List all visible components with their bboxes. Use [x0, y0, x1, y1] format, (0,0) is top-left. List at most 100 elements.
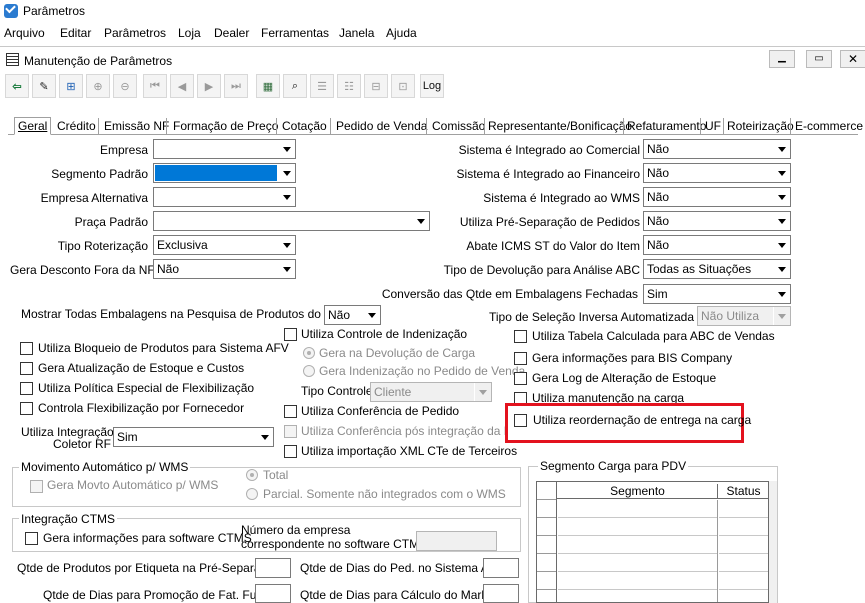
- num-empresa-input[interactable]: [416, 531, 497, 551]
- checkbox-atualizacao-estoque[interactable]: [20, 362, 33, 375]
- tab-representante[interactable]: Representante/Bonificação: [485, 117, 636, 135]
- remove-icon[interactable]: ⊖: [113, 74, 137, 98]
- chevron-down-icon[interactable]: [773, 140, 790, 158]
- empresa-select[interactable]: [153, 139, 296, 159]
- tab-credito[interactable]: Crédito: [54, 117, 99, 135]
- grid-icon[interactable]: ▦: [256, 74, 280, 98]
- chevron-down-icon[interactable]: [773, 285, 790, 303]
- chevron-down-icon[interactable]: [256, 428, 273, 446]
- checkbox-politica-flex[interactable]: [20, 382, 33, 395]
- last-record-icon[interactable]: ⏭: [224, 74, 248, 98]
- checkbox-flex-fornecedor[interactable]: [20, 402, 33, 415]
- tree-icon[interactable]: ⊟: [364, 74, 388, 98]
- tab-uf[interactable]: UF: [702, 117, 724, 135]
- radio-devolucao-carga[interactable]: [303, 347, 315, 359]
- add-icon[interactable]: ⊕: [86, 74, 110, 98]
- chevron-down-icon[interactable]: [773, 212, 790, 230]
- prev-record-icon[interactable]: ◀: [170, 74, 194, 98]
- tree-expand-icon[interactable]: ⊡: [391, 74, 415, 98]
- chevron-down-icon[interactable]: [278, 260, 295, 278]
- conversao-select[interactable]: Sim: [643, 284, 791, 304]
- next-record-icon[interactable]: ▶: [197, 74, 221, 98]
- chevron-down-icon[interactable]: [278, 140, 295, 158]
- chevron-down-icon[interactable]: [773, 260, 790, 278]
- integracao-coletor-select[interactable]: Sim: [113, 427, 274, 447]
- tab-geral[interactable]: Geral: [14, 117, 52, 135]
- praca-select[interactable]: [153, 211, 430, 231]
- tab-comissao[interactable]: Comissão: [429, 117, 489, 135]
- gera-desc-select[interactable]: Não: [153, 259, 296, 279]
- pre-sep-select[interactable]: Não: [643, 211, 791, 231]
- radio-indenizacao-pedido[interactable]: [303, 365, 315, 377]
- tab-cotacao[interactable]: Cotação: [279, 117, 330, 135]
- dias-markup-input[interactable]: [483, 584, 519, 603]
- tab-emissao-nf[interactable]: Emissão NF: [101, 117, 173, 135]
- grid-col-status[interactable]: Status: [719, 484, 768, 498]
- chevron-down-icon[interactable]: [278, 164, 295, 182]
- tipo-rot-select[interactable]: Exclusiva: [153, 235, 296, 255]
- chevron-down-icon[interactable]: [773, 164, 790, 182]
- dias-afv-input[interactable]: [483, 558, 519, 578]
- chevron-down-icon[interactable]: [474, 383, 491, 401]
- new-record-icon[interactable]: ⊞: [59, 74, 83, 98]
- dias-promo-input[interactable]: [255, 584, 291, 603]
- checkbox-bloqueio-afv[interactable]: [20, 342, 33, 355]
- minimize-button[interactable]: ▁: [769, 50, 795, 68]
- radio-parcial[interactable]: [246, 488, 258, 500]
- close-button[interactable]: ✕: [840, 50, 865, 68]
- grid-scrollbar[interactable]: [769, 481, 777, 603]
- exit-icon[interactable]: ⇦: [5, 74, 29, 98]
- segmento-select[interactable]: [153, 163, 296, 183]
- etiqueta-input[interactable]: [255, 558, 291, 578]
- empresa-alt-select[interactable]: [153, 187, 296, 207]
- checkbox-log-estoque[interactable]: [514, 372, 527, 385]
- checkbox-movto-wms[interactable]: [30, 480, 43, 493]
- chevron-down-icon[interactable]: [773, 188, 790, 206]
- devolucao-select[interactable]: Todas as Situações: [643, 259, 791, 279]
- tab-refaturamento[interactable]: Refaturamento: [624, 117, 710, 135]
- chevron-down-icon[interactable]: [278, 236, 295, 254]
- checkbox-reordenacao-entrega[interactable]: [514, 414, 527, 427]
- chevron-down-icon[interactable]: [363, 306, 380, 324]
- restore-button[interactable]: ▭: [806, 50, 832, 68]
- chevron-down-icon[interactable]: [773, 307, 790, 325]
- menu-loja[interactable]: Loja: [178, 26, 201, 40]
- wms-group-title: Movimento Automático p/ WMS: [19, 460, 191, 474]
- tab-roteirizacao[interactable]: Roteirização: [724, 117, 797, 135]
- tab-pedido-venda[interactable]: Pedido de Venda: [333, 117, 431, 135]
- menu-parametros[interactable]: Parâmetros: [104, 26, 166, 40]
- comercial-select[interactable]: Não: [643, 139, 791, 159]
- filter-clear-icon[interactable]: ☷: [337, 74, 361, 98]
- tab-formacao-preco[interactable]: Formação de Preço: [170, 117, 282, 135]
- tipo-controle-select[interactable]: Cliente: [370, 382, 492, 402]
- checkbox-xml-cte[interactable]: [284, 445, 297, 458]
- first-record-icon[interactable]: ⏮: [143, 74, 167, 98]
- menu-ajuda[interactable]: Ajuda: [386, 26, 417, 40]
- checkbox-conferencia-pedido[interactable]: [284, 405, 297, 418]
- checkbox-bis-company[interactable]: [514, 352, 527, 365]
- grid-col-segmento[interactable]: Segmento: [558, 484, 718, 498]
- selecao-inv-select[interactable]: Não Utiliza: [697, 306, 791, 326]
- chevron-down-icon[interactable]: [278, 188, 295, 206]
- financeiro-select[interactable]: Não: [643, 163, 791, 183]
- menu-janela[interactable]: Janela: [339, 26, 374, 40]
- mostrar-emb-select[interactable]: Não: [324, 305, 381, 325]
- checkbox-conferencia-nf[interactable]: [284, 425, 297, 438]
- menu-ferramentas[interactable]: Ferramentas: [261, 26, 329, 40]
- checkbox-tabela-abc[interactable]: [514, 330, 527, 343]
- checkbox-indenizacao[interactable]: [284, 328, 297, 341]
- radio-total[interactable]: [246, 469, 258, 481]
- chevron-down-icon[interactable]: [773, 236, 790, 254]
- menu-editar[interactable]: Editar: [60, 26, 91, 40]
- filter-icon[interactable]: ☰: [310, 74, 334, 98]
- pdv-grid[interactable]: Segmento Status: [536, 481, 769, 603]
- menu-dealer[interactable]: Dealer: [214, 26, 249, 40]
- abate-select[interactable]: Não: [643, 235, 791, 255]
- wms-select[interactable]: Não: [643, 187, 791, 207]
- tab-ecommerce[interactable]: E-commerce: [792, 117, 865, 135]
- log-button[interactable]: Log: [420, 74, 444, 98]
- edit-pencil-icon[interactable]: ✎: [32, 74, 56, 98]
- search-binoculars-icon[interactable]: ⌕: [283, 74, 307, 98]
- menu-arquivo[interactable]: Arquivo: [4, 26, 45, 40]
- checkbox-ctms[interactable]: [25, 532, 38, 545]
